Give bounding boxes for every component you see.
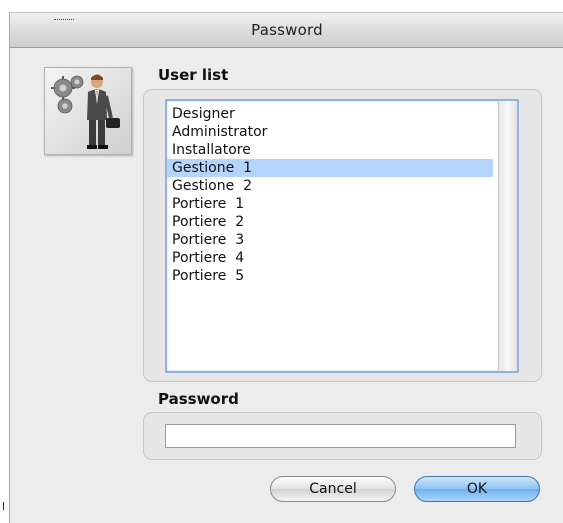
user-list-item[interactable]: Portiere 1 — [167, 195, 493, 213]
user-list-items: Designer Administrator Installatore Gestion… — [167, 105, 493, 285]
cancel-button[interactable]: Cancel — [270, 476, 396, 502]
user-list-item[interactable]: Designer — [167, 105, 493, 123]
ok-button[interactable]: OK — [414, 476, 540, 502]
user-list-item[interactable]: Gestione 2 — [167, 177, 493, 195]
password-field[interactable] — [165, 424, 516, 448]
user-list-item[interactable]: Portiere 4 — [167, 249, 493, 267]
user-list[interactable]: Designer Administrator Installatore Gestion… — [165, 99, 519, 373]
user-list-scrollbar[interactable] — [498, 101, 517, 371]
password-label: Password — [158, 390, 239, 408]
user-list-item[interactable]: Gestione 1 — [167, 159, 493, 177]
title-bar[interactable]: Password — [10, 13, 563, 48]
user-list-item[interactable]: Administrator — [167, 123, 493, 141]
user-list-item[interactable]: Portiere 2 — [167, 213, 493, 231]
window-title: Password — [251, 21, 323, 39]
user-list-item[interactable]: Portiere 5 — [167, 267, 493, 285]
window-edge-mark — [3, 502, 4, 510]
businessman-with-gears-icon — [44, 67, 132, 155]
password-dialog: Password User list Designer Administrato… — [9, 12, 563, 523]
user-list-item[interactable]: Installatore — [167, 141, 493, 159]
user-list-label: User list — [158, 66, 229, 84]
user-list-item[interactable]: Portiere 3 — [167, 231, 493, 249]
